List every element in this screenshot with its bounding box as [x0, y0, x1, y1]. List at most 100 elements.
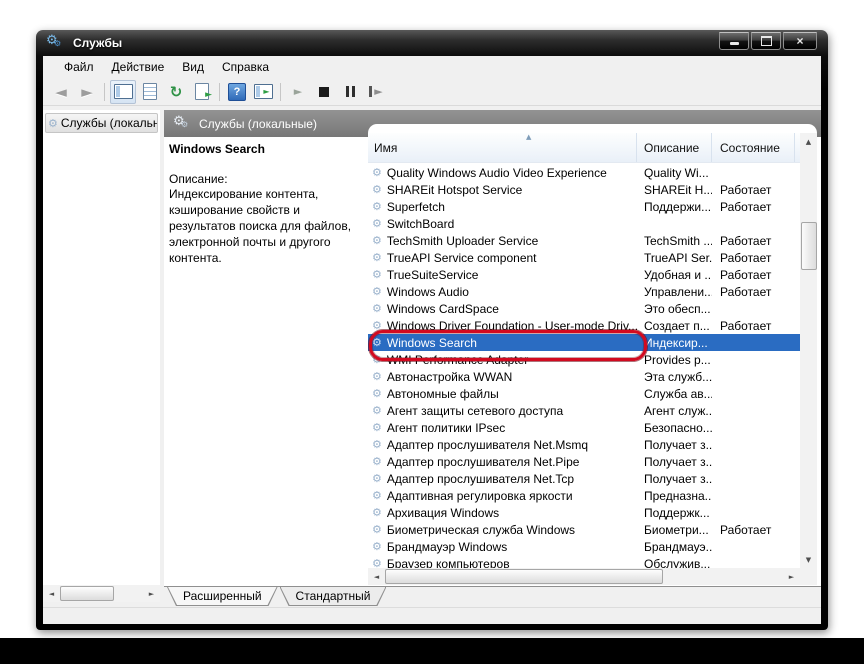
export-list-button[interactable]: ►: [190, 81, 214, 103]
menu-help[interactable]: Справка: [213, 57, 278, 77]
service-gear-icon: ⚙: [372, 268, 382, 281]
service-name: Агент политики IPsec: [387, 421, 505, 435]
service-row[interactable]: ⚙Адаптивная регулировка яркостиПредназна…: [368, 487, 800, 504]
service-row[interactable]: ⚙WMI Performance AdapterProvides p...: [368, 351, 800, 368]
maximize-button[interactable]: [751, 32, 781, 50]
service-name: WMI Performance Adapter: [387, 353, 528, 367]
stop-service-button[interactable]: [312, 81, 336, 103]
toolbar-separator: [219, 83, 220, 101]
service-row[interactable]: ⚙Биометрическая служба WindowsБиометри..…: [368, 521, 800, 538]
service-status: Работает: [712, 523, 800, 537]
service-row[interactable]: ⚙SuperfetchПоддержи...Работает: [368, 198, 800, 215]
service-gear-icon: ⚙: [372, 489, 382, 502]
properties-button[interactable]: [138, 81, 162, 103]
service-row[interactable]: ⚙TechSmith Uploader ServiceTechSmith ...…: [368, 232, 800, 249]
pause-service-button[interactable]: [338, 81, 362, 103]
help-button[interactable]: ?: [225, 81, 249, 103]
menu-bar: ФайлДействиеВидСправка: [43, 56, 821, 78]
service-name: TrueAPI Service component: [387, 251, 537, 265]
show-console-tree-button[interactable]: [110, 80, 136, 104]
service-row[interactable]: ⚙Агент политики IPsecБезопасно...: [368, 419, 800, 436]
minimize-button[interactable]: [719, 32, 749, 50]
service-description: Получает з...: [637, 472, 712, 486]
service-row[interactable]: ⚙Архивация WindowsПоддержк...: [368, 504, 800, 521]
scrollbar-thumb[interactable]: [801, 222, 817, 270]
service-row[interactable]: ⚙ SwitchBoard: [368, 215, 800, 232]
services-gear-icon: ⚙⚙: [173, 116, 193, 132]
menu-action[interactable]: Действие: [103, 57, 174, 77]
service-row[interactable]: ⚙Windows AudioУправлени...Работает: [368, 283, 800, 300]
scroll-left-icon[interactable]: ◄: [368, 568, 385, 585]
service-row[interactable]: ⚙Автономные файлыСлужба ав...: [368, 385, 800, 402]
service-name: TechSmith Uploader Service: [387, 234, 538, 248]
services-list-panel: Имя ▲ Описание Состояние ⚙Quality Window…: [368, 124, 817, 585]
service-row-selected[interactable]: ⚙Windows SearchИндексир...: [368, 334, 800, 351]
service-name: Брандмауэр Windows: [387, 540, 507, 554]
service-row[interactable]: ⚙Агент защиты сетевого доступаАгент служ…: [368, 402, 800, 419]
scrollbar-thumb[interactable]: [60, 586, 114, 601]
scroll-right-icon[interactable]: ►: [783, 568, 800, 585]
services-gear-icon: ⚙: [48, 117, 58, 130]
service-description: TrueAPI Ser...: [637, 251, 712, 265]
console-tree-panel: ⚙ Службы (локальные) ◄ ►: [43, 110, 160, 602]
service-row[interactable]: ⚙Автонастройка WWANЭта служб...: [368, 368, 800, 385]
scroll-left-icon[interactable]: ◄: [43, 585, 60, 602]
service-gear-icon: ⚙: [372, 472, 382, 485]
service-gear-icon: ⚙: [372, 217, 382, 230]
service-name: Агент защиты сетевого доступа: [387, 404, 563, 418]
scrollbar-thumb[interactable]: [385, 569, 663, 584]
service-description: Индексир...: [637, 336, 712, 350]
service-description: Предназна...: [637, 489, 712, 503]
services-gear-icon: ⚙⚙: [46, 35, 66, 51]
tree-item-services-local[interactable]: ⚙ Службы (локальные): [45, 113, 158, 133]
service-row[interactable]: ⚙Браузер компьютеровОбслужив...: [368, 555, 800, 568]
show-action-pane-button[interactable]: ►: [251, 81, 275, 103]
service-description: Эта служб...: [637, 370, 712, 384]
service-row[interactable]: ⚙Quality Windows Audio Video ExperienceQ…: [368, 164, 800, 181]
sort-ascending-icon: ▲: [526, 133, 531, 141]
service-row[interactable]: ⚙ TrueAPI Service component TrueAPI Ser...…: [368, 249, 800, 266]
column-header-description[interactable]: Описание: [637, 133, 712, 162]
tab-standard[interactable]: Стандартный: [280, 587, 387, 606]
service-gear-icon: ⚙: [372, 200, 382, 213]
menu-view[interactable]: Вид: [173, 57, 213, 77]
service-description: Quality Wi...: [637, 166, 712, 180]
forward-button[interactable]: ►: [75, 81, 99, 103]
scroll-up-icon[interactable]: ▲: [800, 133, 817, 150]
service-row[interactable]: ⚙SHAREit Hotspot ServiceSHAREit H...Рабо…: [368, 181, 800, 198]
close-button[interactable]: ×: [783, 32, 817, 50]
service-description: Provides p...: [637, 353, 712, 367]
scrollbar-corner: [800, 568, 817, 585]
scroll-down-icon[interactable]: ▼: [800, 551, 817, 568]
menu-file[interactable]: Файл: [55, 57, 103, 77]
list-horizontal-scrollbar[interactable]: ◄ ►: [368, 568, 800, 585]
refresh-button[interactable]: ↻: [164, 81, 188, 103]
tree-horizontal-scrollbar[interactable]: ◄ ►: [43, 585, 160, 602]
service-row[interactable]: ⚙Адаптер прослушивателя Net.MsmqПолучает…: [368, 436, 800, 453]
services-rows: ⚙Quality Windows Audio Video ExperienceQ…: [368, 164, 800, 568]
service-row[interactable]: ⚙Windows Driver Foundation - User-mode D…: [368, 317, 800, 334]
service-description: Поддержи...: [637, 200, 712, 214]
service-gear-icon: ⚙: [372, 251, 382, 264]
service-description: Получает з...: [637, 455, 712, 469]
scroll-right-icon[interactable]: ►: [143, 585, 160, 602]
service-gear-icon: ⚙: [372, 166, 382, 179]
service-status: Работает: [712, 285, 800, 299]
service-row[interactable]: ⚙TrueSuiteServiceУдобная и ...Работает: [368, 266, 800, 283]
service-row[interactable]: ⚙Адаптер прослушивателя Net.TcpПолучает …: [368, 470, 800, 487]
service-gear-icon: ⚙: [372, 506, 382, 519]
service-row[interactable]: ⚙Windows CardSpaceЭто обесп...: [368, 300, 800, 317]
title-bar[interactable]: ⚙⚙ Службы ×: [36, 30, 828, 56]
tab-extended[interactable]: Расширенный: [167, 587, 278, 606]
service-row[interactable]: ⚙Адаптер прослушивателя Net.PipeПолучает…: [368, 453, 800, 470]
restart-service-button[interactable]: ►: [364, 81, 388, 103]
service-row[interactable]: ⚙Брандмауэр WindowsБрандмауэ...: [368, 538, 800, 555]
service-gear-icon: ⚙: [372, 319, 382, 332]
column-header-name[interactable]: Имя ▲: [368, 133, 637, 162]
forward-icon: ►: [81, 83, 93, 101]
list-vertical-scrollbar[interactable]: ▲ ▼: [800, 133, 817, 568]
start-service-button[interactable]: ►: [286, 81, 310, 103]
service-name: SwitchBoard: [387, 217, 454, 231]
column-header-status[interactable]: Состояние: [712, 133, 795, 162]
back-button[interactable]: ◄: [49, 81, 73, 103]
